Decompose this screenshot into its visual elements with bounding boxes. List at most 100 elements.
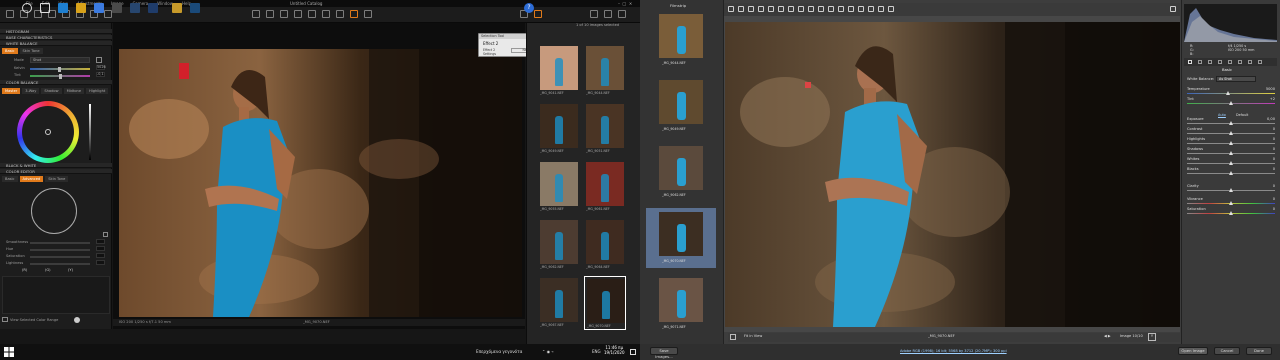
browser-thumb[interactable]: _MG_9070.NEF <box>584 276 626 330</box>
browser-thumb[interactable]: _MG_9067.NEF <box>538 276 580 330</box>
acr-slider-handle[interactable] <box>1229 201 1233 205</box>
acr-slider-value[interactable]: 0,00 <box>1267 117 1275 121</box>
acr-wb-icon[interactable] <box>748 6 754 12</box>
adv-button-g[interactable]: (G) <box>45 268 51 272</box>
acr-filmstrip-item[interactable]: _MG_9062.NEF <box>646 142 716 202</box>
tab-ce-skin-tone[interactable]: Skin Tone <box>45 176 69 182</box>
import-icon[interactable] <box>6 10 14 18</box>
acr-slider-vibrance[interactable]: Vibrance 0 <box>1187 197 1275 207</box>
acr-slider-value[interactable]: 5000 <box>1266 87 1275 91</box>
acr-cancel-button[interactable]: Cancel <box>1214 347 1240 355</box>
acr-fullscreen-icon[interactable] <box>1170 6 1176 12</box>
crop-tool-icon[interactable] <box>280 10 288 18</box>
acr-rotate-cw-icon[interactable] <box>878 6 884 12</box>
color-editor-section[interactable]: COLOR EDITOR <box>0 169 112 174</box>
acr-tab-effects-icon[interactable] <box>1248 60 1252 64</box>
smoothness-value[interactable] <box>96 239 105 244</box>
windows-start-icon[interactable] <box>4 347 14 357</box>
tint-value[interactable]: -0,1 <box>96 72 105 77</box>
color-editor-picker-icon[interactable] <box>103 232 108 237</box>
acr-transform-icon[interactable] <box>798 6 804 12</box>
info-icon[interactable] <box>590 10 598 18</box>
wb-picker-icon[interactable] <box>96 57 102 63</box>
browser-thumb[interactable]: _MG_9044.NEF <box>584 44 626 98</box>
color-balance-section[interactable]: COLOR BALANCE <box>0 80 112 85</box>
picker-tool-icon[interactable] <box>336 10 344 18</box>
acr-filmstrip-item[interactable]: _MG_9044.NEF <box>646 10 716 70</box>
tab-cb-3way[interactable]: 3-Way <box>22 88 40 94</box>
acr-slider-blacks[interactable]: Blacks 0 <box>1187 167 1275 177</box>
lightness-value[interactable] <box>96 260 105 265</box>
list-view-icon[interactable] <box>534 10 542 18</box>
tab-cb-midtone[interactable]: Midtone <box>63 88 85 94</box>
acr-slider-value[interactable]: 0 <box>1273 197 1275 201</box>
acr-slider-handle[interactable] <box>1229 151 1233 155</box>
saturation-slider[interactable] <box>30 256 90 258</box>
keystone-tool-icon[interactable] <box>308 10 316 18</box>
color-balance-lightness-slider[interactable] <box>89 104 91 160</box>
notification-icon[interactable] <box>630 349 636 355</box>
acr-tab-hsl-icon[interactable] <box>1218 60 1222 64</box>
acr-tab-split-icon[interactable] <box>1228 60 1232 64</box>
smoothness-slider[interactable] <box>30 242 90 244</box>
task-view-icon[interactable] <box>40 3 50 13</box>
tab-ce-basic[interactable]: Basic <box>2 176 18 182</box>
help-tray-icon[interactable]: ? <box>524 3 534 13</box>
acr-slider-tint[interactable]: Tint +2 <box>1187 97 1275 107</box>
acr-slider-handle[interactable] <box>1229 161 1233 165</box>
browser-thumb[interactable]: _MG_9064.NEF <box>584 218 626 272</box>
acr-slider-value[interactable]: 0 <box>1273 207 1275 211</box>
view-selected-checkbox[interactable] <box>2 317 8 322</box>
pan-tool-icon[interactable] <box>252 10 260 18</box>
reset-icon[interactable] <box>104 10 112 18</box>
acr-slider-value[interactable]: 0 <box>1273 157 1275 161</box>
acr-hand-icon[interactable] <box>738 6 744 12</box>
mail-icon[interactable] <box>94 3 104 13</box>
adv-button-y[interactable]: (Y) <box>68 268 73 272</box>
tab-cb-shadow[interactable]: Shadow <box>41 88 62 94</box>
browser-thumb[interactable]: _MG_9051.NEF <box>584 102 626 156</box>
acr-targeted-adjust-icon[interactable] <box>768 6 774 12</box>
browser-thumb[interactable]: _MG_9062.NEF <box>538 218 580 272</box>
acr-before-after-button[interactable]: Y <box>1148 333 1156 341</box>
acr-slider-value[interactable]: +2 <box>1270 97 1275 101</box>
acr-slider-clarity[interactable]: Clarity 0 <box>1187 184 1275 194</box>
color-balance-wheel[interactable] <box>17 101 79 163</box>
acr-radial-filter-icon[interactable] <box>848 6 854 12</box>
acr-zoom-out-button[interactable] <box>730 334 736 340</box>
kelvin-slider[interactable] <box>30 66 90 72</box>
acr-filmstrip-item[interactable]: _MG_9049.NEF <box>646 76 716 136</box>
acr-adjustment-brush-icon[interactable] <box>828 6 834 12</box>
capture-one-taskbar-icon[interactable] <box>130 3 140 13</box>
acr-auto-link[interactable]: Auto <box>1218 113 1226 117</box>
black-white-section[interactable]: BLACK & WHITE <box>0 163 112 168</box>
viewer-photo[interactable] <box>119 49 522 317</box>
tint-slider[interactable] <box>30 73 90 79</box>
white-balance-section[interactable]: WHITE BALANCE <box>0 41 112 46</box>
acr-slider-contrast[interactable]: Contrast 0 <box>1187 127 1275 137</box>
acr-slider-value[interactable]: 0 <box>1273 167 1275 171</box>
eraser-tool-icon[interactable] <box>364 10 372 18</box>
acr-spot-removal-icon[interactable] <box>808 6 814 12</box>
acr-rotate-ccw-icon[interactable] <box>868 6 874 12</box>
acr-slider-handle[interactable] <box>1229 171 1233 175</box>
browser-thumb[interactable]: _MG_9049.NEF <box>538 102 580 156</box>
acr-default-link[interactable]: Default <box>1236 113 1248 117</box>
acr-slider-whites[interactable]: Whites 0 <box>1187 157 1275 167</box>
brush-tool-icon[interactable] <box>350 10 358 18</box>
photoshop-icon[interactable] <box>148 3 158 13</box>
acr-slider-value[interactable]: 0 <box>1273 147 1275 151</box>
tray-weather-text[interactable]: Επερχόμενα γεγονότα <box>476 349 522 354</box>
browser-thumb[interactable]: _MG_9055.NEF <box>538 160 580 214</box>
acr-filmstrip-item[interactable]: _MG_9071.NEF <box>646 274 716 334</box>
color-range-swatch[interactable] <box>74 317 80 323</box>
acr-slider-handle[interactable] <box>1226 91 1231 95</box>
acr-slider-handle[interactable] <box>1229 211 1233 215</box>
tray-icons[interactable]: ⌃ ◉ ⌁ <box>542 349 554 354</box>
tab-ce-advanced[interactable]: Advanced <box>19 176 44 182</box>
settings-icon[interactable] <box>604 10 612 18</box>
acr-tab-detail-icon[interactable] <box>1208 60 1212 64</box>
acr-preview-photo[interactable] <box>725 22 1180 327</box>
acr-open-image-button[interactable]: Open Image <box>1178 347 1208 355</box>
acr-slider-handle[interactable] <box>1229 131 1233 135</box>
